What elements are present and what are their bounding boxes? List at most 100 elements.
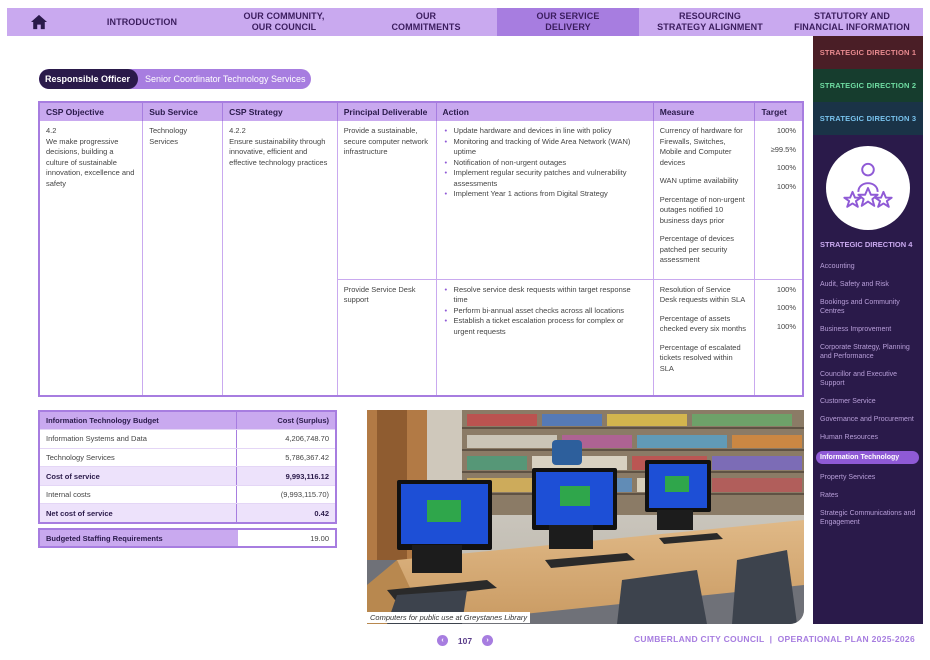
sidebar: STRATEGIC DIRECTION 1 STRATEGIC DIRECTIO… — [813, 36, 923, 624]
home-button[interactable] — [7, 8, 71, 36]
header-target: Target — [754, 102, 804, 121]
header-csp-strategy: CSP Strategy — [222, 102, 338, 121]
sidebar-item[interactable]: Governance and Procurement — [813, 415, 923, 424]
budget-row: Technology Services 5,786,367.42 — [39, 448, 336, 468]
csp-objective: 4.2 We make progressive decisions, build… — [46, 126, 135, 188]
sidebar-item[interactable]: Accounting — [813, 262, 923, 271]
budget-row-value: 9,993,116.12 — [235, 466, 336, 486]
action-cell: Update hardware and devices in line with… — [436, 121, 654, 279]
people-stars-icon — [826, 145, 910, 230]
budget-row-label: Internal costs — [39, 485, 236, 505]
sidebar-item[interactable]: Business Improvement — [813, 325, 923, 334]
budget-row: Net cost of service 0.42 — [39, 503, 336, 524]
action-item: Monitoring and tracking of Wide Area Net… — [443, 137, 647, 158]
sidebar-direction-1[interactable]: STRATEGIC DIRECTION 1 — [813, 36, 923, 69]
staffing-table: Budgeted Staffing Requirements 19.00 — [38, 528, 337, 548]
csp-strategy-cell: 4.2.2 Ensure sustainability through inno… — [222, 121, 338, 396]
header-action: Action — [436, 102, 654, 121]
sidebar-item[interactable]: Councillor and Executive Support — [813, 370, 923, 388]
sidebar-item[interactable]: Rates — [813, 491, 923, 500]
measure-text: WAN uptime availability — [659, 176, 739, 185]
deliverable-cell: Provide Service Desk support — [337, 278, 437, 396]
measure-text: Percentage of non-urgent outages notifie… — [659, 194, 745, 225]
action-item: Implement regular security patches and v… — [443, 168, 647, 189]
target-value: 100% — [776, 321, 796, 331]
action-list: Resolve service desk requests within tar… — [443, 285, 647, 338]
sub-service: Technology Services — [149, 126, 188, 146]
sidebar-item[interactable]: Information Technology — [816, 451, 919, 464]
target-cell: 100% ≥99.5% 100% 100% — [754, 121, 804, 279]
header-measure: Measure — [653, 102, 756, 121]
responsible-officer-value: Senior Coordinator Technology Services — [145, 74, 306, 84]
target-value: 100% — [776, 181, 796, 191]
staffing-row: Budgeted Staffing Requirements 19.00 — [39, 529, 336, 547]
budget-row: Internal costs (9,993,115.70) — [39, 485, 336, 505]
budget-row: Cost of service 9,993,116.12 — [39, 466, 336, 486]
action-item: Resolve service desk requests within tar… — [443, 285, 647, 306]
chevron-left-icon[interactable]: ‹ — [437, 635, 448, 646]
direction-icon-wrap — [813, 135, 923, 240]
library-computers-photo — [367, 410, 804, 624]
measure-text: Resolution of Service Desk requests with… — [659, 284, 746, 305]
sidebar-direction-2[interactable]: STRATEGIC DIRECTION 2 — [813, 69, 923, 102]
sidebar-service-list: Accounting Audit, Safety and Risk Bookings… — [813, 262, 923, 527]
action-item: Update hardware and devices in line with… — [443, 126, 647, 137]
sidebar-item[interactable]: Human Resources — [813, 433, 923, 442]
sidebar-item[interactable]: Corporate Strategy, Planning and Perform… — [813, 343, 923, 361]
measure-text: Percentage of escalated tickets resolved… — [659, 342, 741, 373]
sidebar-item[interactable]: Bookings and Community Centres — [813, 298, 923, 316]
budget-header-row: Information Technology Budget Cost (Surp… — [39, 411, 336, 431]
measure-cell: Resolution of Service Desk requests with… — [653, 278, 756, 396]
target-value: 100% — [776, 284, 796, 294]
header-principal-deliverable: Principal Deliverable — [337, 102, 437, 121]
action-item: Establish a ticket escalation process fo… — [443, 316, 647, 337]
sub-service-cell: Technology Services — [142, 121, 224, 396]
sidebar-direction-4[interactable]: STRATEGIC DIRECTION 4 — [813, 240, 923, 254]
nav-statutory-financial[interactable]: STATUTORY AND FINANCIAL INFORMATION — [781, 8, 923, 36]
measure-text: Percentage of assets checked every six m… — [659, 313, 747, 334]
responsible-officer-label: Responsible Officer — [39, 69, 139, 89]
target-value: ≥99.5% — [770, 144, 796, 154]
sidebar-direction-3[interactable]: STRATEGIC DIRECTION 3 — [813, 102, 923, 135]
budget-row-label: Net cost of service — [39, 503, 236, 524]
measure-text: Currency of hardware for Firewalls, Swit… — [659, 126, 743, 167]
photo-caption: Computers for public use at Greystanes L… — [367, 612, 531, 623]
deliverable-title: Provide a sustainable, secure computer n… — [343, 126, 428, 156]
target-value: 100% — [776, 126, 796, 135]
nav-our-community[interactable]: OUR COMMUNITY, OUR COUNCIL — [213, 8, 355, 36]
measure-text: Percentage of devices patched per securi… — [659, 234, 734, 264]
service-delivery-table: CSP Objective Sub Service CSP Strategy P… — [38, 101, 804, 397]
action-item: Implement Year 1 actions from Digital St… — [443, 189, 647, 200]
budget-row: Information Systems and Data 4,206,748.70 — [39, 429, 336, 449]
action-item: Perform bi-annual asset checks across al… — [443, 306, 647, 317]
sidebar-item[interactable]: Strategic Communications and Engagement — [813, 509, 923, 527]
chevron-right-icon[interactable]: › — [482, 635, 493, 646]
csp-strategy: 4.2.2 Ensure sustainability through inno… — [229, 126, 328, 167]
budget-row-label: Information Systems and Data — [39, 429, 236, 449]
responsible-officer-pill: Responsible Officer Senior Coordinator T… — [39, 69, 312, 89]
nav-our-service-delivery[interactable]: OUR SERVICE DELIVERY — [497, 8, 639, 36]
sidebar-item[interactable]: Customer Service — [813, 397, 923, 406]
budget-row-value: 0.42 — [235, 503, 336, 524]
header-csp-objective: CSP Objective — [39, 102, 144, 121]
nav-our-commitments[interactable]: OUR COMMITMENTS — [355, 8, 497, 36]
footer-title: CUMBERLAND CITY COUNCIL | OPERATIONAL PL… — [633, 634, 915, 644]
nav-resourcing-strategy[interactable]: RESOURCING STRATEGY ALIGNMENT — [639, 8, 781, 36]
measure-cell: Currency of hardware for Firewalls, Swit… — [653, 121, 756, 279]
budget-row-label: Cost of service — [39, 466, 236, 486]
budget-row-label: Technology Services — [39, 448, 236, 468]
staffing-value: 19.00 — [310, 533, 329, 543]
sidebar-item[interactable]: Audit, Safety and Risk — [813, 280, 923, 289]
nav-introduction[interactable]: INTRODUCTION — [71, 8, 213, 36]
target-value: 100% — [776, 163, 796, 172]
target-value: 100% — [776, 303, 796, 312]
sidebar-item[interactable]: Property Services — [813, 473, 923, 482]
budget-row-value: 4,206,748.70 — [235, 429, 336, 449]
action-list: Update hardware and devices in line with… — [443, 126, 647, 200]
page-number: 107 — [457, 635, 473, 646]
header-sub-service: Sub Service — [142, 102, 224, 121]
staffing-label: Budgeted Staffing Requirements — [39, 529, 238, 547]
target-cell: 100% 100% 100% — [754, 278, 804, 396]
budget-table: Information Technology Budget Cost (Surp… — [38, 410, 337, 524]
pager: ‹ 107 › — [437, 635, 493, 646]
